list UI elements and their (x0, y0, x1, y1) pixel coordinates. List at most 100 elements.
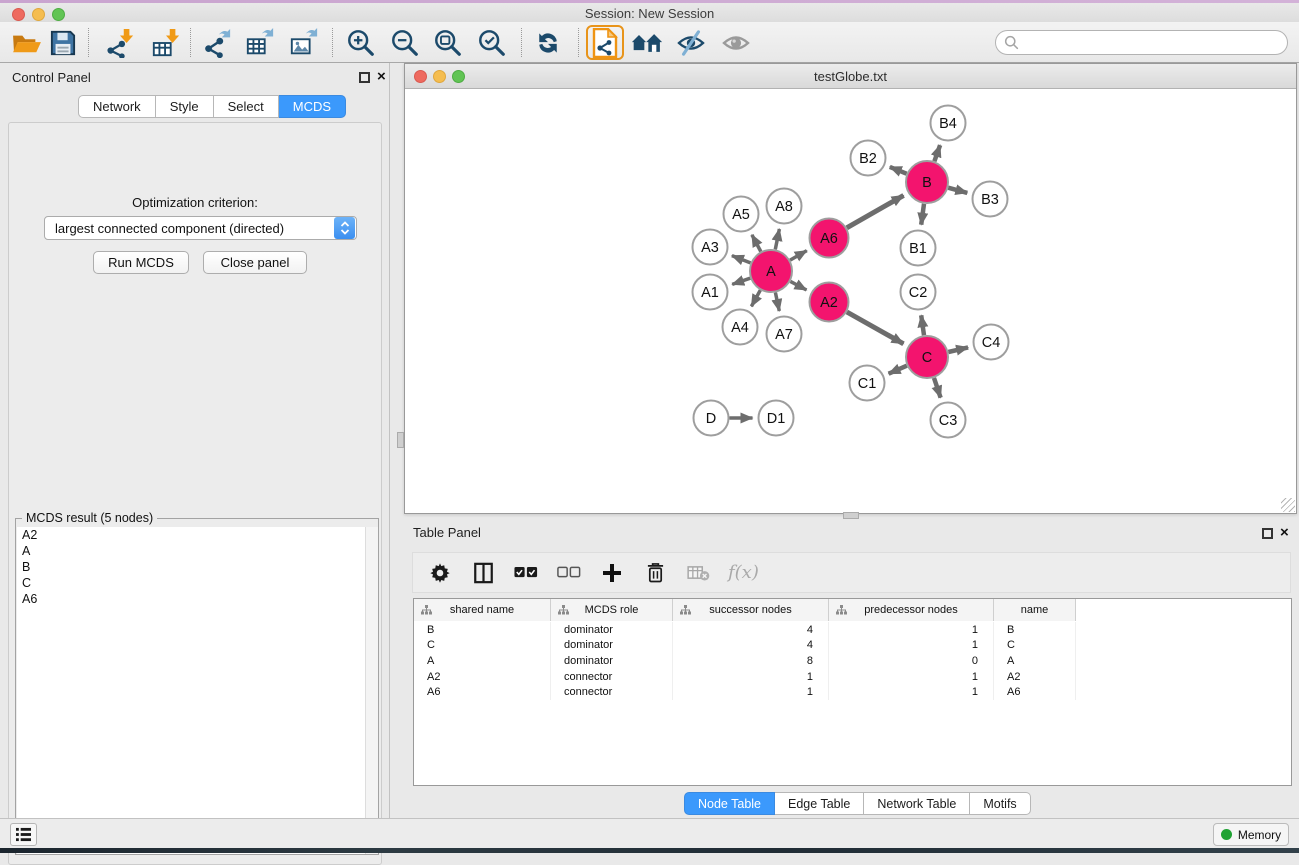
clear-checkboxes-button[interactable] (556, 566, 582, 579)
run-mcds-button[interactable]: Run MCDS (93, 251, 189, 274)
edge-C-C1[interactable] (889, 366, 907, 374)
edge-A-A3[interactable] (732, 256, 751, 263)
table-cell[interactable]: B (414, 622, 551, 638)
zoom-selected-button[interactable] (473, 25, 511, 60)
memory-button[interactable]: Memory (1213, 823, 1289, 846)
table-cell[interactable]: B (994, 622, 1076, 638)
table-cell[interactable]: A (414, 653, 551, 669)
task-history-button[interactable] (10, 823, 37, 846)
edge-A-A6[interactable] (790, 251, 807, 261)
table-cell[interactable]: A6 (414, 684, 551, 700)
column-header-MCDS-role[interactable]: MCDS role (551, 599, 673, 621)
show-all-button[interactable] (717, 25, 755, 60)
node-A[interactable]: A (750, 250, 792, 292)
table-cell[interactable]: A2 (994, 669, 1076, 685)
export-image-button[interactable] (285, 25, 323, 60)
save-session-button[interactable] (44, 25, 82, 60)
zoom-fit-button[interactable] (429, 25, 467, 60)
edge-A-A8[interactable] (775, 229, 779, 249)
edge-A6-B[interactable] (847, 195, 904, 227)
zoom-in-button[interactable] (342, 25, 380, 60)
column-header-predecessor-nodes[interactable]: predecessor nodes (829, 599, 994, 621)
refresh-button[interactable] (529, 25, 567, 60)
export-network-button[interactable] (198, 25, 236, 60)
result-scrollbar[interactable] (365, 527, 378, 854)
table-cell[interactable]: 4 (673, 622, 829, 638)
node-A6[interactable]: A6 (810, 219, 849, 258)
node-A7[interactable]: A7 (767, 317, 802, 352)
table-row[interactable]: Cdominator41C (414, 638, 1291, 654)
result-item[interactable]: A2 (17, 527, 378, 543)
zoom-out-button[interactable] (386, 25, 424, 60)
table-cell[interactable]: A (994, 653, 1076, 669)
node-A1[interactable]: A1 (693, 275, 728, 310)
table-cell[interactable]: 4 (673, 638, 829, 654)
node-B4[interactable]: B4 (931, 106, 966, 141)
delete-row-button[interactable] (642, 562, 668, 583)
tab-network-table[interactable]: Network Table (864, 792, 970, 815)
table-cell[interactable]: connector (551, 684, 673, 700)
edge-B-B3[interactable] (948, 188, 967, 193)
table-cell[interactable]: dominator (551, 638, 673, 654)
export-table-button[interactable] (241, 25, 279, 60)
column-header-successor-nodes[interactable]: successor nodes (673, 599, 829, 621)
node-A5[interactable]: A5 (724, 197, 759, 232)
edge-C-C3[interactable] (934, 378, 941, 398)
new-network-from-selection-button[interactable] (586, 25, 624, 60)
table-cell[interactable]: A6 (994, 684, 1076, 700)
table-cell[interactable]: dominator (551, 653, 673, 669)
edge-C-C2[interactable] (921, 315, 924, 335)
window-resize-grip[interactable] (1281, 498, 1295, 512)
node-A2[interactable]: A2 (810, 283, 849, 322)
table-row[interactable]: A6connector11A6 (414, 684, 1291, 700)
node-C2[interactable]: C2 (901, 275, 936, 310)
table-cell[interactable]: C (414, 638, 551, 654)
table-row[interactable]: Bdominator41B (414, 622, 1291, 638)
criterion-dropdown[interactable]: largest connected component (directed) (44, 216, 357, 240)
table-row[interactable]: Adominator80A (414, 653, 1291, 669)
float-panel-icon[interactable] (359, 72, 370, 83)
tab-motifs[interactable]: Motifs (970, 792, 1030, 815)
table-cell[interactable]: 1 (673, 669, 829, 685)
app-titlebar[interactable]: Session: New Session (0, 3, 1299, 23)
table-cell[interactable]: 1 (829, 669, 994, 685)
node-C1[interactable]: C1 (850, 366, 885, 401)
hide-selected-button[interactable] (672, 25, 710, 60)
close-table-panel-icon[interactable]: × (1280, 524, 1289, 541)
edge-A-A7[interactable] (775, 293, 779, 312)
edge-A2-C[interactable] (847, 312, 904, 344)
edge-B-B1[interactable] (921, 204, 924, 225)
edge-A-A4[interactable] (751, 290, 760, 306)
table-cell[interactable]: 8 (673, 653, 829, 669)
node-B1[interactable]: B1 (901, 231, 936, 266)
tab-edge-table[interactable]: Edge Table (775, 792, 864, 815)
delete-table-button[interactable] (685, 565, 711, 581)
close-panel-button[interactable]: Close panel (203, 251, 307, 274)
toggle-columns-button[interactable] (470, 562, 496, 584)
tab-mcds[interactable]: MCDS (279, 95, 346, 118)
edge-B-B4[interactable] (934, 145, 940, 161)
network-canvas[interactable]: ABCA6A2A1A3A4A5A7A8B1B2B3B4C1C2C3C4DD1 (405, 89, 1296, 513)
node-C3[interactable]: C3 (931, 403, 966, 438)
edge-C-C4[interactable] (948, 347, 968, 352)
network-graph[interactable]: ABCA6A2A1A3A4A5A7A8B1B2B3B4C1C2C3C4DD1 (405, 89, 1296, 513)
table-cell[interactable]: 1 (829, 684, 994, 700)
add-row-button[interactable] (599, 563, 625, 583)
desktop-horizontal-scrollbar[interactable] (843, 512, 859, 519)
table-row[interactable]: A2connector11A2 (414, 669, 1291, 685)
table-settings-button[interactable] (427, 562, 453, 584)
result-item[interactable]: C (17, 575, 378, 591)
edge-A-A2[interactable] (790, 281, 806, 290)
toolbar-search[interactable] (995, 30, 1288, 55)
node-table[interactable]: shared nameMCDS rolesuccessor nodesprede… (413, 598, 1292, 786)
column-header-name[interactable]: name (994, 599, 1076, 621)
edge-A-A5[interactable] (752, 235, 761, 252)
desktop-vertical-scrollbar[interactable] (397, 432, 404, 448)
table-cell[interactable]: 0 (829, 653, 994, 669)
open-session-button[interactable] (8, 25, 46, 60)
node-D1[interactable]: D1 (759, 401, 794, 436)
node-C4[interactable]: C4 (974, 325, 1009, 360)
float-table-panel-icon[interactable] (1262, 528, 1273, 539)
result-item[interactable]: B (17, 559, 378, 575)
network-window-titlebar[interactable]: testGlobe.txt (405, 64, 1296, 89)
